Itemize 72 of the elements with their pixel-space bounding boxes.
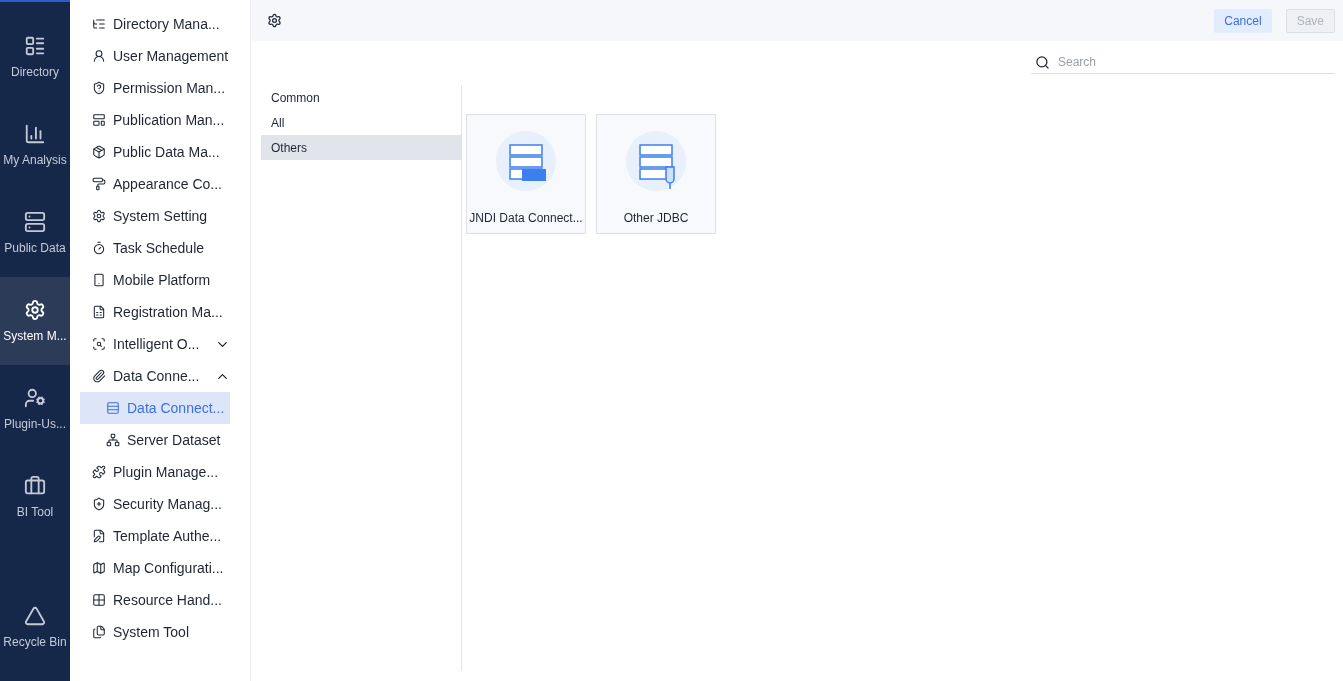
settings-icon[interactable]: [267, 13, 282, 28]
menu-item[interactable]: Permission Man...: [80, 72, 230, 104]
menu-item[interactable]: Public Data Ma...: [80, 136, 230, 168]
menu-item[interactable]: Security Manag...: [80, 488, 230, 520]
menu-item[interactable]: Directory Mana...: [80, 8, 230, 40]
category-item[interactable]: Others: [261, 135, 461, 160]
rail-item[interactable]: Plugin-Us...: [0, 365, 70, 453]
triangle-icon: [24, 605, 46, 627]
rail-label: Directory: [11, 65, 59, 79]
shield-icon: [92, 81, 106, 95]
rail-item[interactable]: Recycle Bin: [0, 583, 70, 671]
menu-item[interactable]: Data Conne...: [80, 360, 230, 392]
search-icon: [1035, 54, 1050, 70]
rail-label: BI Tool: [16, 505, 54, 519]
paint-roller-icon: [92, 177, 106, 191]
box-icon: [92, 145, 106, 159]
stopwatch-icon: [92, 241, 106, 255]
card-label: JNDI Data Connect...: [469, 211, 583, 225]
menu-item[interactable]: User Management: [80, 40, 230, 72]
layout-icon: [92, 113, 106, 127]
shield-plus-icon: [92, 497, 106, 511]
chart-icon: [24, 123, 46, 145]
menu-item[interactable]: Publication Man...: [80, 104, 230, 136]
list-icon: [24, 35, 46, 57]
rail-item[interactable]: BI Tool: [0, 453, 70, 541]
category-item[interactable]: All: [261, 110, 461, 135]
rail-label: System M...: [3, 329, 67, 343]
menu-item[interactable]: Map Configurati...: [80, 552, 230, 584]
submenu-item[interactable]: Data Connect...: [80, 392, 230, 424]
rail-item[interactable]: My Analysis: [0, 101, 70, 189]
edit-icon: [92, 529, 106, 543]
menu-item[interactable]: Intelligent O...: [80, 328, 230, 360]
menu-item[interactable]: Mobile Platform: [80, 264, 230, 296]
rail-item[interactable]: Directory: [0, 13, 70, 101]
rail-label: Public Data: [4, 241, 66, 255]
user-icon: [92, 49, 106, 63]
search-field[interactable]: Search: [1056, 54, 1335, 70]
cancel-button[interactable]: Cancel: [1214, 8, 1272, 33]
rail-item[interactable]: Public Data: [0, 189, 70, 277]
form-icon: [92, 305, 106, 319]
puzzle-icon: [92, 465, 106, 479]
gear-icon: [24, 299, 46, 321]
connection-card[interactable]: JNDI Data Connect...: [466, 114, 586, 234]
menu-item[interactable]: System Tool: [80, 616, 230, 648]
gear-icon: [92, 209, 106, 223]
rail-label: Plugin-Us...: [4, 417, 66, 431]
menu-item[interactable]: Appearance Co...: [80, 168, 230, 200]
rail-label: Recycle Bin: [3, 635, 67, 649]
files-icon: [92, 625, 106, 639]
user-icon: [24, 387, 46, 409]
menu-item[interactable]: Plugin Manage...: [80, 456, 230, 488]
menu-item[interactable]: Task Schedule: [80, 232, 230, 264]
rail-item[interactable]: System M...: [0, 277, 70, 365]
list-icon: [92, 17, 106, 31]
rows-icon: [106, 401, 120, 415]
phone-icon: [92, 273, 106, 287]
map-icon: [92, 561, 106, 575]
toolbox-icon: [24, 475, 46, 497]
connection-card[interactable]: Other JDBC: [596, 114, 716, 234]
submenu-item[interactable]: Server Dataset: [80, 424, 230, 456]
rail-label: My Analysis: [3, 153, 67, 167]
card-label: Other JDBC: [623, 211, 689, 225]
network-icon: [106, 433, 120, 447]
category-item[interactable]: Common: [261, 85, 461, 110]
grid-icon: [92, 593, 106, 607]
server-icon: [24, 211, 46, 233]
menu-item[interactable]: Template Authe...: [80, 520, 230, 552]
paperclip-icon: [92, 369, 106, 383]
menu-item[interactable]: Resource Hand...: [80, 584, 230, 616]
menu-item[interactable]: Registration Ma...: [80, 296, 230, 328]
menu-item[interactable]: System Setting: [80, 200, 230, 232]
search-icon: [92, 337, 106, 351]
